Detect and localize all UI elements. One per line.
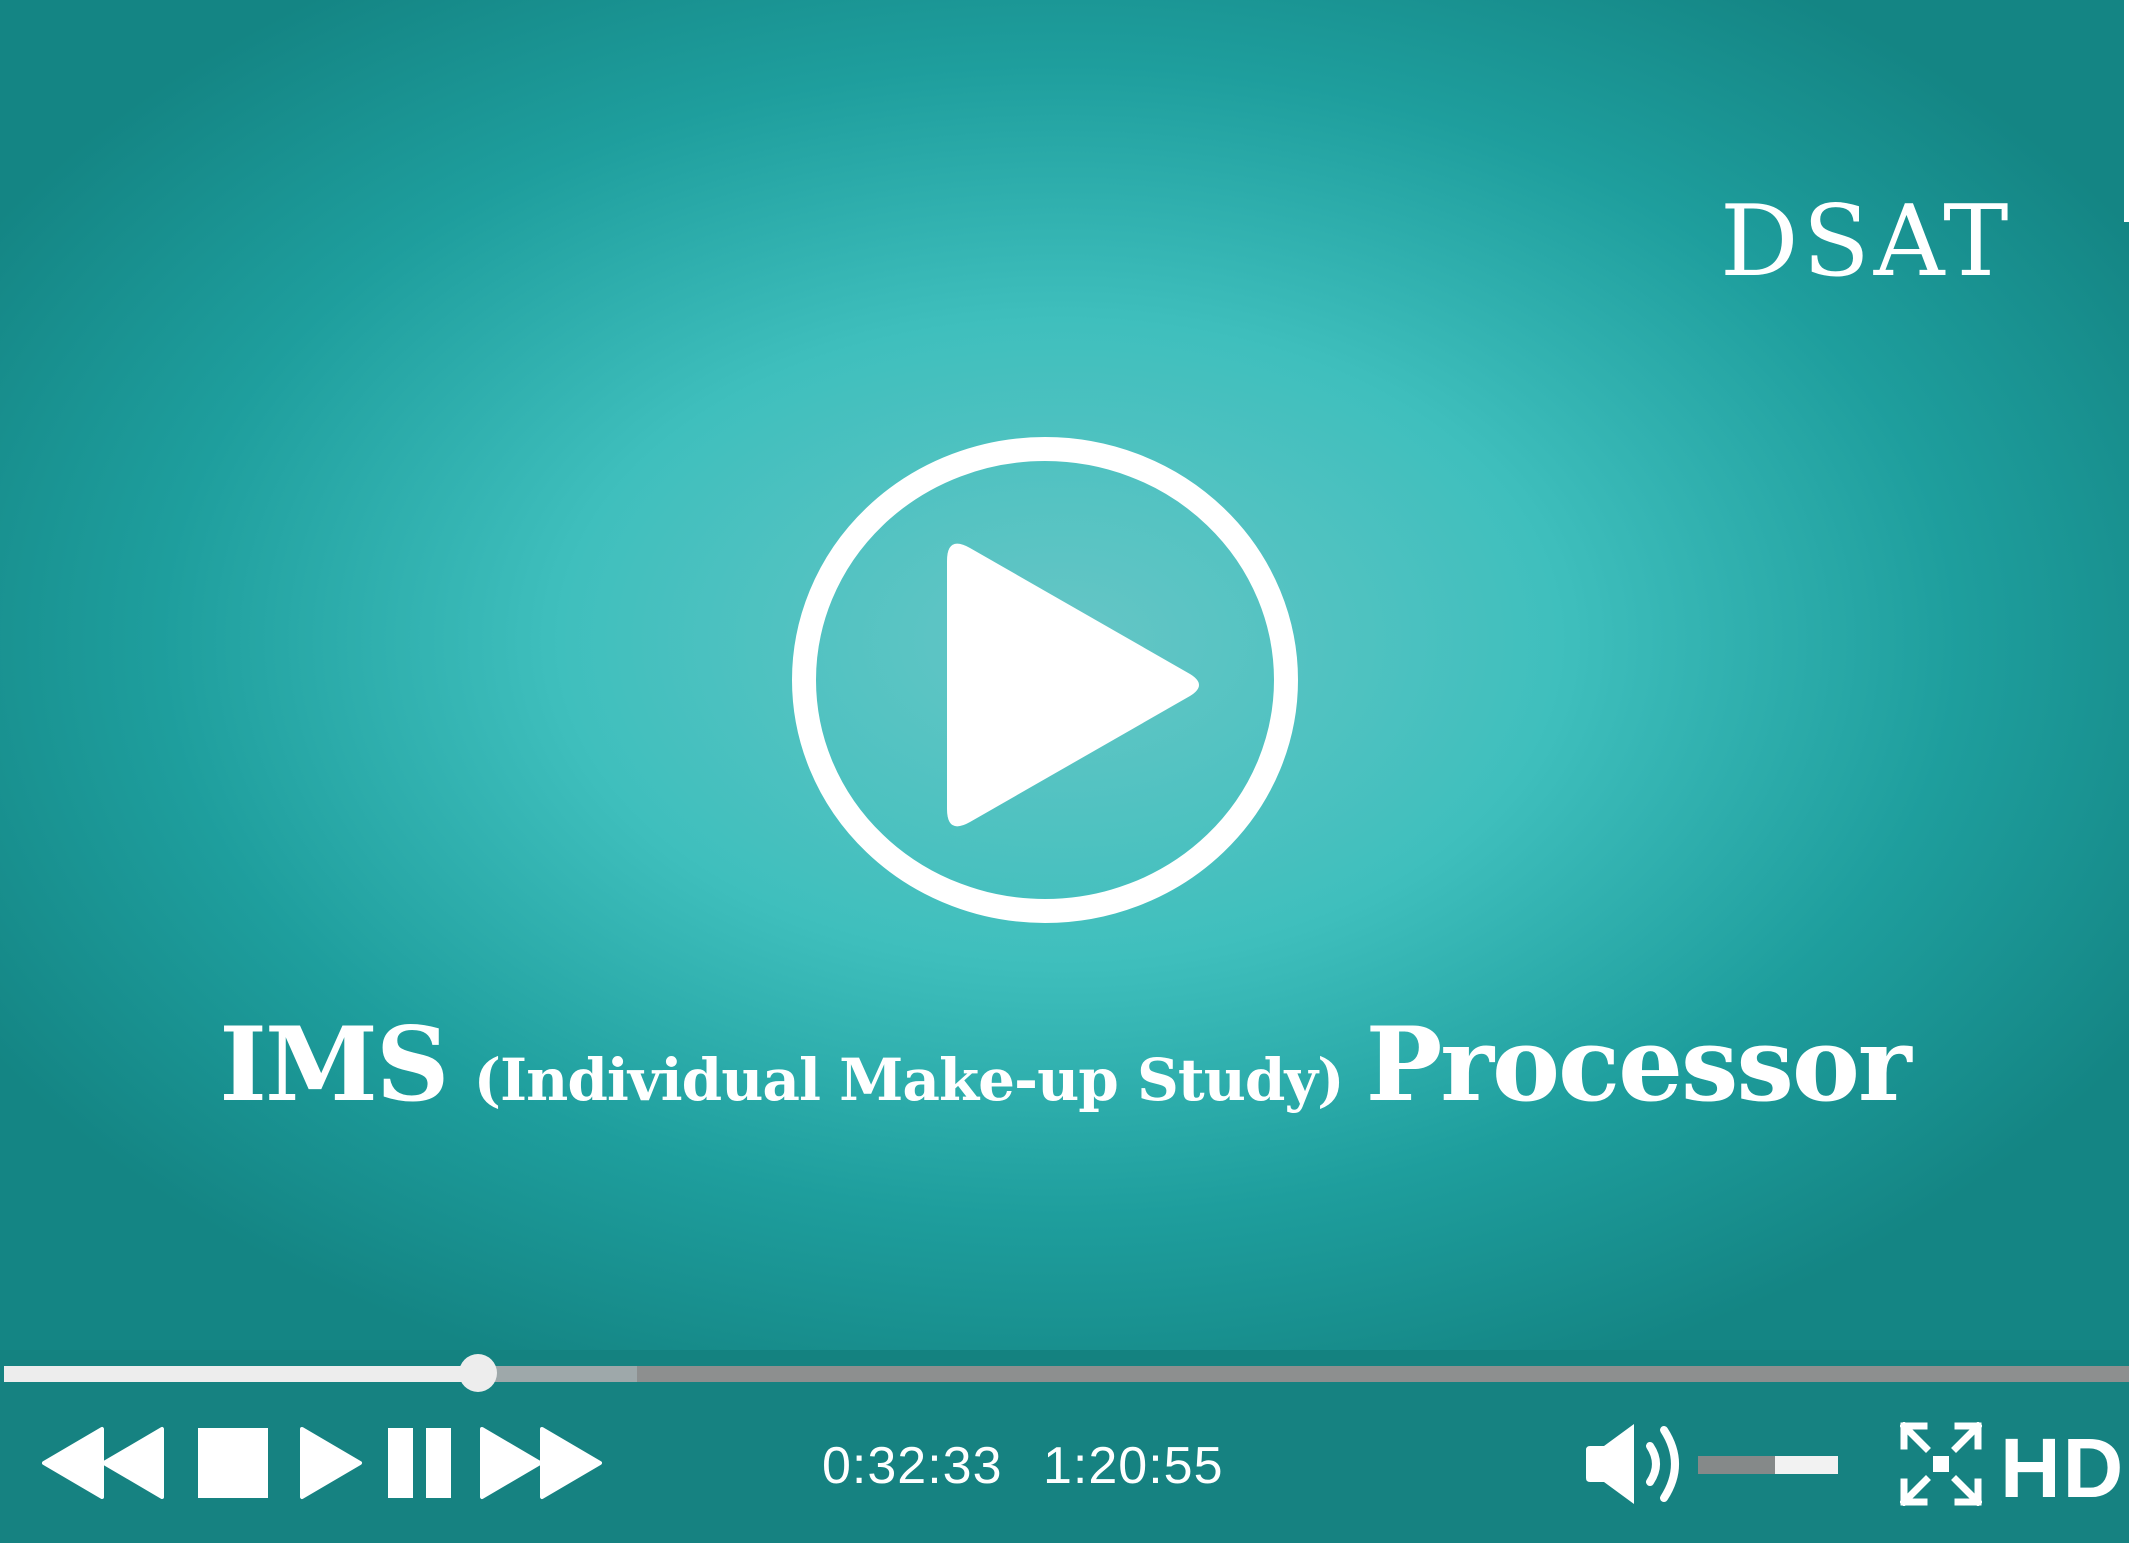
rewind-icon bbox=[42, 1427, 164, 1499]
pause-icon bbox=[388, 1428, 451, 1498]
rewind-button[interactable] bbox=[42, 1425, 166, 1501]
current-time: 0:32:33 bbox=[822, 1437, 1003, 1495]
video-player: DSAT IMS (Individual Make-up Study) Proc… bbox=[0, 0, 2129, 1543]
play-circle-icon bbox=[792, 437, 1298, 923]
play-icon bbox=[300, 1427, 362, 1499]
video-stage[interactable]: DSAT IMS (Individual Make-up Study) Proc… bbox=[0, 0, 2129, 1350]
channel-logo-text: DSAT bbox=[1720, 185, 2013, 299]
title-suffix: Processor bbox=[1365, 1005, 1912, 1125]
fullscreen-button[interactable] bbox=[1900, 1422, 1982, 1506]
total-duration: 1:20:55 bbox=[1043, 1437, 1224, 1495]
seek-played bbox=[4, 1366, 478, 1382]
stop-icon bbox=[198, 1428, 268, 1498]
volume-slider[interactable] bbox=[1698, 1456, 1838, 1474]
seek-bar[interactable] bbox=[4, 1354, 2129, 1392]
fast-forward-button[interactable] bbox=[478, 1425, 602, 1501]
volume-level bbox=[1698, 1456, 1775, 1474]
big-play-button[interactable] bbox=[790, 425, 1300, 935]
stop-button[interactable] bbox=[198, 1428, 268, 1498]
control-bar-edge bbox=[0, 1350, 2129, 1360]
volume-icon bbox=[1586, 1424, 1679, 1504]
title-prefix: IMS bbox=[219, 1005, 449, 1125]
volume-button[interactable] bbox=[1582, 1416, 1692, 1512]
video-title: IMS (Individual Make-up Study) Processor bbox=[0, 1005, 2129, 1145]
title-subtitle: (Individual Make-up Study) bbox=[473, 1046, 1345, 1114]
hd-quality-toggle[interactable]: HD bbox=[2000, 1420, 2125, 1517]
fast-forward-icon bbox=[480, 1427, 602, 1499]
edge-divider bbox=[2124, 0, 2129, 222]
fullscreen-icon bbox=[1900, 1422, 1982, 1506]
play-button[interactable] bbox=[298, 1425, 364, 1501]
pause-button[interactable] bbox=[388, 1428, 451, 1498]
seek-handle[interactable] bbox=[458, 1354, 497, 1392]
